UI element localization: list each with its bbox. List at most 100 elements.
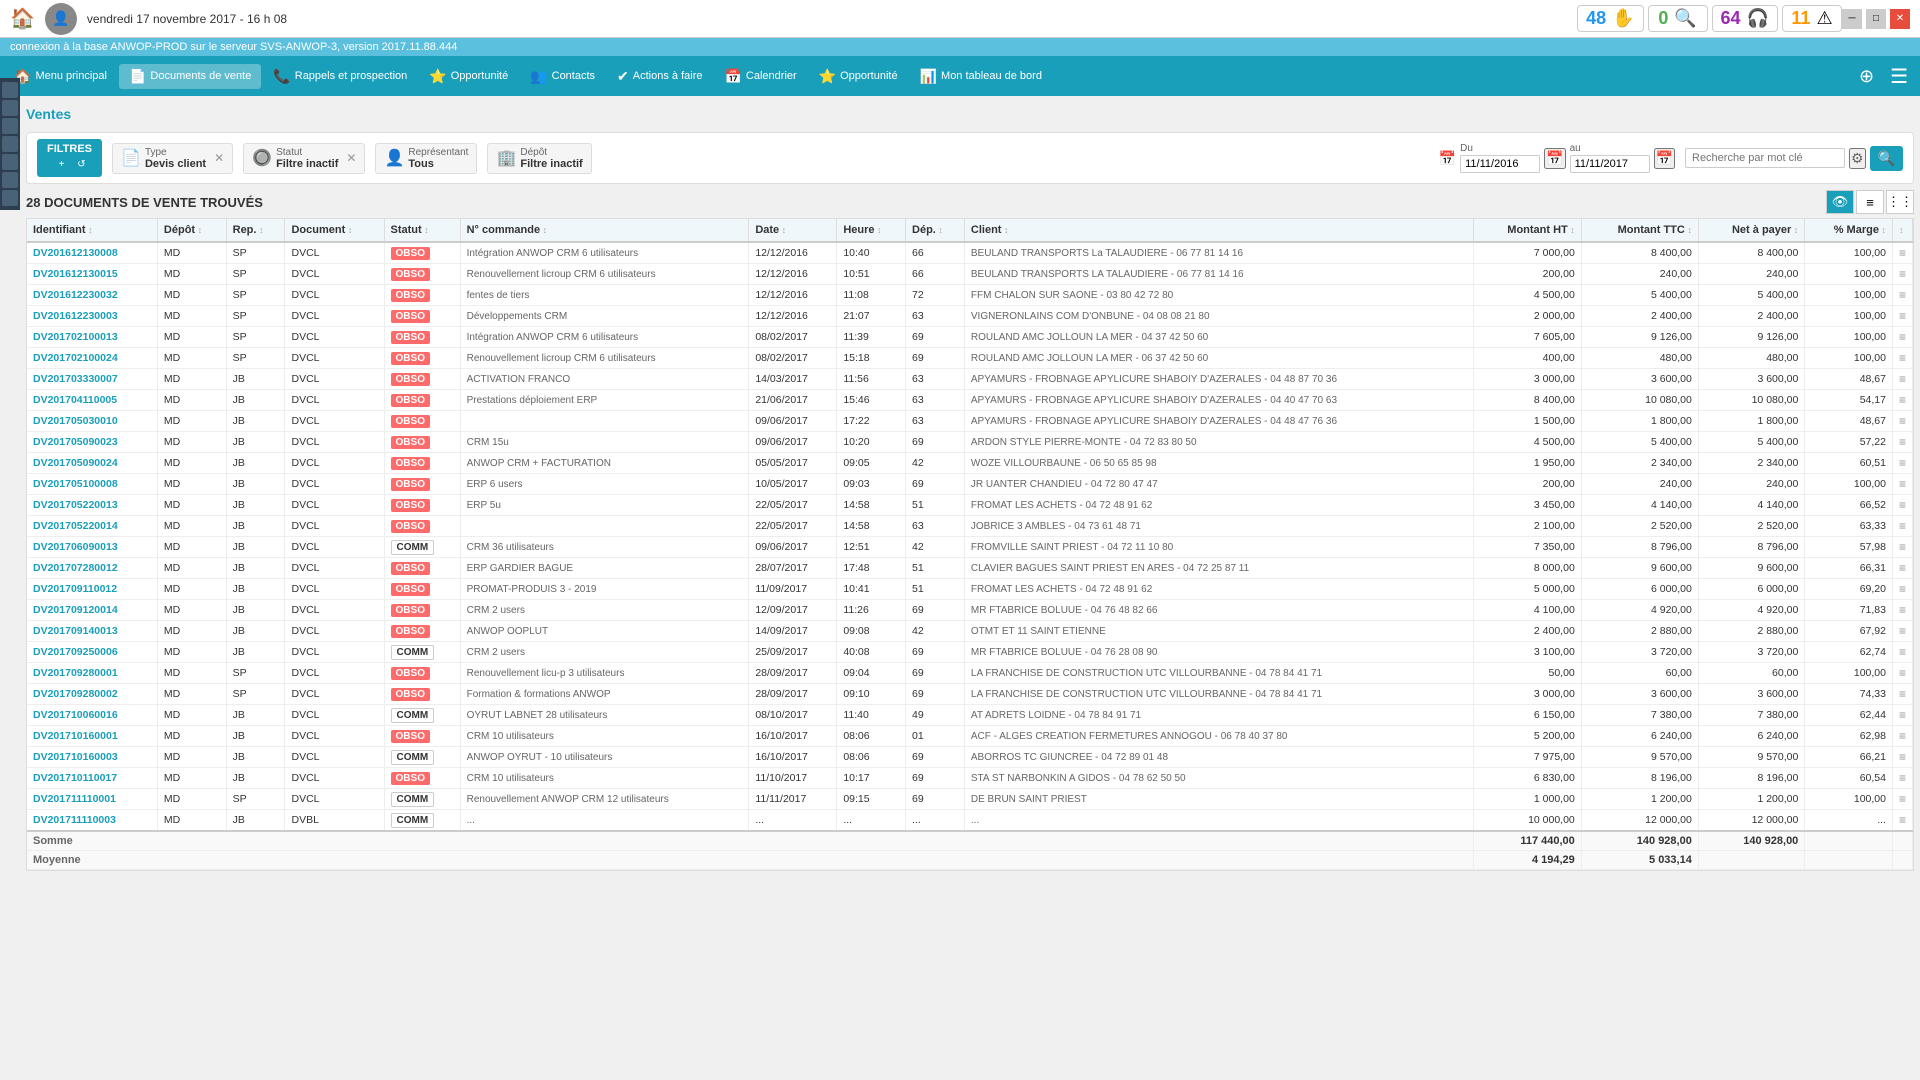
cell-row-menu[interactable]: ≡: [1892, 747, 1912, 768]
cell-row-menu[interactable]: ≡: [1892, 537, 1912, 558]
close-button[interactable]: ✕: [1890, 9, 1910, 29]
cell-rep: SP: [226, 789, 285, 810]
badge-64[interactable]: 64 🎧: [1712, 5, 1778, 32]
cell-doc: DVCL: [285, 474, 384, 495]
main-content: Ventes FILTRES + ↺ 📄 Type Devis client ✕…: [20, 96, 1920, 877]
filter-add-button[interactable]: +: [53, 155, 71, 173]
col-depot[interactable]: Dépôt: [157, 219, 226, 242]
filter-reset-button[interactable]: ↺: [73, 155, 91, 173]
cell-row-menu[interactable]: ≡: [1892, 558, 1912, 579]
date-au-input[interactable]: [1570, 155, 1650, 173]
cell-row-menu[interactable]: ≡: [1892, 327, 1912, 348]
col-heure[interactable]: Heure: [837, 219, 906, 242]
cell-row-menu[interactable]: ≡: [1892, 306, 1912, 327]
filter-actions: + ↺: [53, 155, 91, 173]
cell-client: JR UANTER CHANDIEU - 04 72 80 47 47: [964, 474, 1473, 495]
cell-row-menu[interactable]: ≡: [1892, 411, 1912, 432]
view-columns-button[interactable]: ⋮⋮: [1886, 190, 1914, 214]
search-input[interactable]: [1685, 148, 1845, 168]
cell-row-menu[interactable]: ≡: [1892, 348, 1912, 369]
search-go-button[interactable]: 🔍: [1870, 146, 1903, 171]
nav-item-tableau[interactable]: 📊 Mon tableau de bord: [910, 64, 1052, 89]
cell-ttc: 10 080,00: [1581, 390, 1698, 411]
cell-row-menu[interactable]: ≡: [1892, 663, 1912, 684]
col-dep[interactable]: Dép.: [906, 219, 965, 242]
badge-48[interactable]: 48 ✋: [1577, 5, 1643, 32]
side-icon-2[interactable]: [2, 100, 18, 116]
cell-row-menu[interactable]: ≡: [1892, 369, 1912, 390]
cell-row-menu[interactable]: ≡: [1892, 705, 1912, 726]
table-row: DV201705030010 MD JB DVCL OBSO 09/06/201…: [27, 411, 1913, 432]
col-document[interactable]: Document: [285, 219, 384, 242]
cell-row-menu[interactable]: ≡: [1892, 390, 1912, 411]
cell-id: DV201709280001: [27, 663, 157, 684]
cell-doc: DVCL: [285, 600, 384, 621]
nav-item-main[interactable]: 🏠 Menu principal: [4, 64, 117, 89]
search-settings-button[interactable]: ⚙: [1849, 148, 1866, 169]
col-marge[interactable]: % Marge: [1805, 219, 1893, 242]
cell-heure: 09:04: [837, 663, 906, 684]
date-au-calendar-button[interactable]: 📅: [1654, 148, 1675, 169]
cell-row-menu[interactable]: ≡: [1892, 432, 1912, 453]
side-icon-4[interactable]: [2, 136, 18, 152]
cell-row-menu[interactable]: ≡: [1892, 600, 1912, 621]
cell-row-menu[interactable]: ≡: [1892, 789, 1912, 810]
cell-row-menu[interactable]: ≡: [1892, 726, 1912, 747]
badge-0[interactable]: 0 🔍: [1648, 5, 1708, 32]
cell-client: WOZE VILLOURBAUNE - 06 50 65 85 98: [964, 453, 1473, 474]
col-ht[interactable]: Montant HT: [1473, 219, 1581, 242]
col-date[interactable]: Date: [749, 219, 837, 242]
cell-row-menu[interactable]: ≡: [1892, 285, 1912, 306]
nav-item-opportunite1[interactable]: ⭐ Opportunité: [419, 64, 518, 89]
nav-item-actions[interactable]: ✔ Actions à faire: [607, 64, 712, 89]
cell-row-menu[interactable]: ≡: [1892, 474, 1912, 495]
side-icon-6[interactable]: [2, 172, 18, 188]
cell-ttc: 8 796,00: [1581, 537, 1698, 558]
view-list-button[interactable]: ≡: [1856, 190, 1884, 214]
col-commande[interactable]: N° commande: [460, 219, 749, 242]
cell-statut: OBSO: [384, 411, 460, 432]
cell-row-menu[interactable]: ≡: [1892, 264, 1912, 285]
cell-net: 7 380,00: [1698, 705, 1804, 726]
cell-row-menu[interactable]: ≡: [1892, 242, 1912, 264]
nav-item-calendrier[interactable]: 📅 Calendrier: [714, 64, 806, 89]
nav-item-ventes[interactable]: 📄 Documents de vente: [119, 64, 261, 89]
side-icon-7[interactable]: [2, 190, 18, 206]
side-icon-1[interactable]: [2, 82, 18, 98]
cell-statut: OBSO: [384, 453, 460, 474]
nav-item-rappels[interactable]: 📞 Rappels et prospection: [263, 64, 417, 89]
view-grid-button[interactable]: 👁: [1826, 190, 1854, 214]
col-rep[interactable]: Rep.: [226, 219, 285, 242]
side-icon-3[interactable]: [2, 118, 18, 134]
cell-row-menu[interactable]: ≡: [1892, 621, 1912, 642]
home-icon[interactable]: 🏠: [10, 6, 35, 31]
cell-row-menu[interactable]: ≡: [1892, 579, 1912, 600]
cell-row-menu[interactable]: ≡: [1892, 768, 1912, 789]
col-identifiant[interactable]: Identifiant: [27, 219, 157, 242]
cell-row-menu[interactable]: ≡: [1892, 642, 1912, 663]
badge-11[interactable]: 11 ⚠: [1782, 5, 1842, 32]
date-du-input[interactable]: [1460, 155, 1540, 173]
maximize-button[interactable]: □: [1866, 9, 1886, 29]
cell-row-menu[interactable]: ≡: [1892, 516, 1912, 537]
cell-doc: DVCL: [285, 327, 384, 348]
cell-row-menu[interactable]: ≡: [1892, 684, 1912, 705]
nav-item-contacts[interactable]: 👥 Contacts: [520, 64, 605, 89]
nav-item-opportunite2[interactable]: ⭐ Opportunité: [809, 64, 908, 89]
cell-row-menu[interactable]: ≡: [1892, 453, 1912, 474]
filter-statut-clear[interactable]: ✕: [346, 151, 356, 165]
col-ttc[interactable]: Montant TTC: [1581, 219, 1698, 242]
filter-type-clear[interactable]: ✕: [214, 151, 224, 165]
minimize-button[interactable]: ─: [1842, 9, 1862, 29]
date-du-calendar-button[interactable]: 📅: [1544, 148, 1565, 169]
side-icon-5[interactable]: [2, 154, 18, 170]
col-net[interactable]: Net à payer: [1698, 219, 1804, 242]
cell-heure: 08:06: [837, 726, 906, 747]
table-header-row: Identifiant Dépôt Rep. Document Statut N…: [27, 219, 1913, 242]
cell-row-menu[interactable]: ≡: [1892, 495, 1912, 516]
nav-hamburger-icon[interactable]: ☰: [1882, 64, 1916, 89]
col-statut[interactable]: Statut: [384, 219, 460, 242]
nav-plus-button[interactable]: ⊕: [1851, 66, 1882, 87]
cell-row-menu[interactable]: ≡: [1892, 810, 1912, 832]
col-client[interactable]: Client: [964, 219, 1473, 242]
